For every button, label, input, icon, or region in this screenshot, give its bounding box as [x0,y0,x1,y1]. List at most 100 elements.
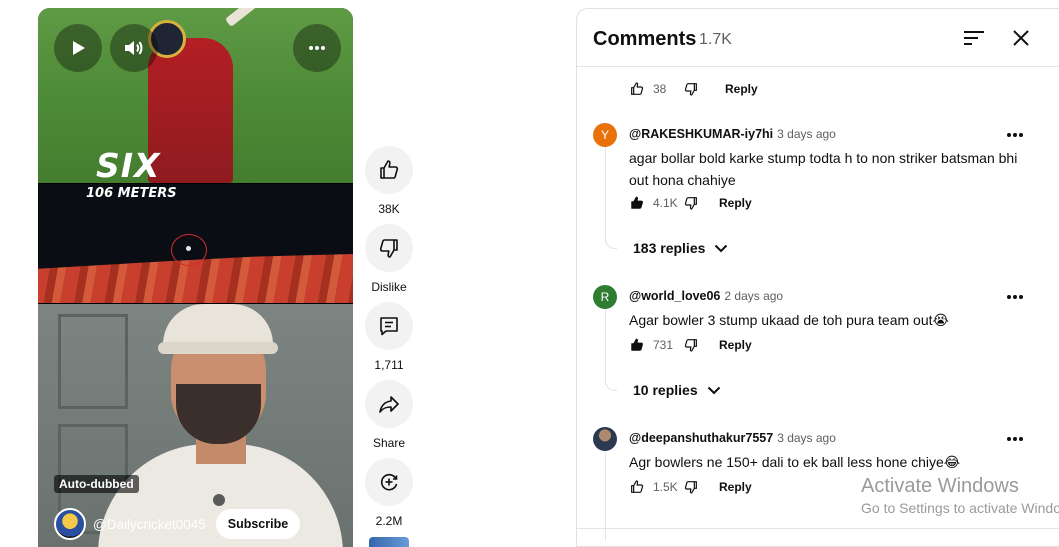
shirt-button [213,494,225,506]
sort-button[interactable] [962,26,986,50]
comment-actions: 1.5K Reply [629,475,752,499]
thread-curve [605,379,617,391]
comment-actions: 4.1K Reply [629,191,752,215]
thumbs-down-icon[interactable] [683,337,699,353]
comment-more-button[interactable] [1003,427,1027,451]
comment-text: Agar bowler 3 stump ukaad de toh pura te… [629,312,949,328]
thumbs-up-icon[interactable] [629,81,645,97]
reply-button[interactable]: Reply [725,82,758,96]
thread-line [605,147,606,243]
volume-icon [125,41,143,55]
remix-count: 2.2M [375,514,403,528]
comments-button[interactable] [365,302,413,350]
comment-author[interactable]: @world_love06 2 days ago [629,289,783,303]
comment-time: 2 days ago [724,289,784,303]
volume-button[interactable] [110,24,158,72]
comments-title: Comments [593,28,697,50]
reply-button[interactable]: Reply [719,480,752,494]
next-short-thumbnail[interactable] [369,537,409,547]
thread-curve [605,237,617,249]
thumbs-down-icon[interactable] [683,479,699,495]
comments-count: 1,711 [374,358,404,372]
thumbs-up-filled-icon[interactable] [629,195,645,211]
like-button[interactable] [365,146,413,194]
comment-text: Agr bowlers ne 150+ dali to ek ball less… [629,454,961,470]
video-clip-stadium: 106 METERS [38,184,353,303]
reply-button[interactable]: Reply [719,196,752,210]
thumbs-up-icon[interactable] [629,479,645,495]
comments-count-label: 1.7K [699,31,732,48]
close-panel-button[interactable] [1009,26,1033,50]
chevron-down-icon [715,244,728,253]
reply-button[interactable]: Reply [719,338,752,352]
presenter-beard [176,384,261,444]
comment-more-button[interactable] [1003,285,1027,309]
background-door-panel [58,314,128,409]
channel-row: @Dailycricket0045 Subscribe [54,508,301,540]
play-button[interactable] [54,24,102,72]
shorts-video-player[interactable]: SIX 106 METERS Auto-dubbed @Dailycricket… [38,8,353,547]
replies-count: 10 replies [633,382,698,398]
thumbs-up-filled-icon[interactable] [629,337,645,353]
view-replies-button[interactable]: 10 replies [633,382,722,398]
more-options-button[interactable] [293,24,341,72]
like-count: 4.1K [653,196,678,210]
prev-comment-actions: 38 Reply [629,77,758,101]
dislike-button[interactable] [365,224,413,272]
like-count: 38K [378,202,400,216]
comment-avatar[interactable] [593,427,617,451]
comment-text: agar bollar bold karke stump todta h to … [629,150,1018,188]
like-count: 1.5K [653,480,678,494]
comments-header: Comments 1.7K [577,9,1059,67]
thumbs-down-icon [379,239,398,258]
share-action: Share [365,380,413,450]
overlay-distance-text: 106 METERS [86,186,177,201]
channel-avatar[interactable] [54,508,86,540]
more-vert-icon [1007,295,1023,299]
auto-dubbed-badge: Auto-dubbed [54,475,139,493]
thumbs-up-icon [380,160,399,179]
sort-icon [964,31,984,45]
comment-author-handle[interactable]: @RAKESHKUMAR-iy7hi [629,127,773,141]
comment-time: 3 days ago [777,431,836,445]
view-replies-button[interactable]: 183 replies [633,240,729,256]
remix-button[interactable] [365,458,413,506]
comment-avatar[interactable]: Y [593,123,617,147]
comments-panel: Comments 1.7K 38 Reply Y @RAKESHKUMAR-iy… [576,8,1059,547]
dislike-action: Dislike [365,224,413,294]
comments-footer-divider [577,528,1059,529]
like-count: 38 [653,82,667,96]
more-vert-icon [309,46,325,50]
comment-author-handle[interactable]: @deepanshuthakur7557 [629,431,773,445]
subscribe-button[interactable]: Subscribe [215,509,301,539]
share-button[interactable] [365,380,413,428]
chevron-down-icon [707,386,720,395]
windows-activation-watermark: Activate Windows Go to Settings to activ… [861,475,1059,516]
cricket-bat [224,8,279,27]
comment-more-button[interactable] [1003,123,1027,147]
close-icon [1013,30,1029,46]
like-action: 38K [365,146,413,216]
comment-author[interactable]: @RAKESHKUMAR-iy7hi 3 days ago [629,127,836,141]
channel-name[interactable]: @Dailycricket0045 [93,517,206,532]
remix-icon [380,473,398,491]
share-icon [379,396,399,413]
play-icon [73,41,85,55]
comment-avatar[interactable]: R [593,285,617,309]
comment-time: 3 days ago [777,127,836,141]
overlay-six-text: SIX [96,146,161,185]
more-vert-icon [1007,437,1023,441]
remix-action: 2.2M [365,458,413,528]
thread-line [605,309,606,385]
dislike-label: Dislike [371,280,407,294]
comment-author-handle[interactable]: @world_love06 [629,289,720,303]
share-label: Share [372,436,406,450]
thumbs-down-icon[interactable] [683,81,699,97]
thumbs-down-icon[interactable] [683,195,699,211]
watermark-subtitle: Go to Settings to activate Windows. [861,500,1059,516]
comment-actions: 731 Reply [629,333,752,357]
like-count: 731 [653,338,674,352]
comment-icon [380,317,398,336]
comments-action: 1,711 [365,302,413,372]
comment-author[interactable]: @deepanshuthakur7557 3 days ago [629,431,836,445]
